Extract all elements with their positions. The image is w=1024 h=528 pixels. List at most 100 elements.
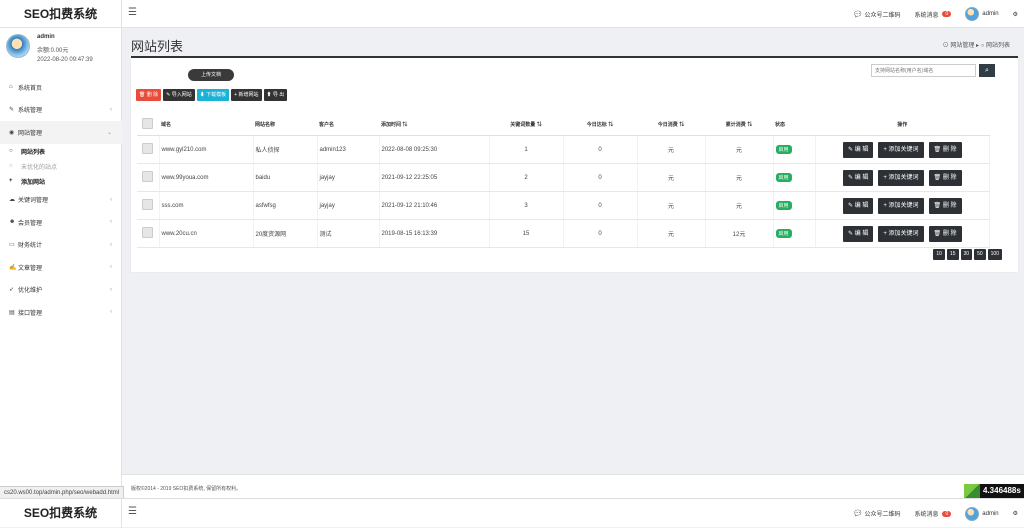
sidebar-item-sites[interactable]: ◉ 网站管理 ⌄ [0, 121, 122, 144]
status-badge[interactable]: 启用 [775, 201, 792, 210]
row-client[interactable]: 测试 [317, 219, 380, 248]
row-client[interactable]: admin123 [317, 135, 380, 164]
profile-name: admin [37, 34, 55, 40]
settings-gear-icon[interactable]: ⚙ [1013, 11, 1018, 18]
sidebar-subitem-unoptimized[interactable]: ○ 未优化的站点 [0, 159, 122, 174]
row-keywords[interactable]: 15 [489, 219, 564, 248]
app-logo-title[interactable]: SEO扣费系统 [0, 499, 122, 528]
row-today-hit: 0 [563, 163, 638, 192]
sidebar-item-optimization[interactable]: ➶ 优化维护 ‹ [0, 279, 122, 302]
row-delete-button[interactable]: 🗑 删 除 [928, 169, 962, 186]
row-domain[interactable]: www.20cu.cn [159, 219, 254, 248]
edit-button[interactable]: ✎ 编 辑 [842, 169, 874, 186]
row-client[interactable]: jayjay [317, 163, 380, 192]
row-keywords[interactable]: 1 [489, 135, 564, 164]
search-input[interactable] [871, 64, 976, 77]
row-keywords[interactable]: 2 [489, 163, 564, 192]
wechat-qrcode-link[interactable]: 💬 公众号二维码 [854, 509, 901, 518]
table-header-row: 域名 网站名称 客户名 添加时间 ⇅ 关键词数量 ⇅ 今日达标 ⇅ 今日消费 ⇅… [137, 113, 990, 136]
sidebar-item-articles[interactable]: ✍ 文章管理 ‹ [0, 256, 122, 279]
row-checkbox[interactable] [142, 199, 153, 210]
edit-label: 编 辑 [854, 174, 869, 181]
col-status: 状态 [773, 113, 815, 136]
add-site-button[interactable]: + 新增网站 [231, 89, 262, 101]
row-delete-button[interactable]: 🗑 删 除 [928, 197, 962, 214]
status-badge[interactable]: 启用 [775, 229, 792, 238]
menu-toggle-icon[interactable]: ☰ [128, 506, 137, 517]
page-size-10[interactable]: 10 [933, 249, 945, 260]
menu-toggle-icon[interactable]: ☰ [128, 7, 137, 18]
select-all-checkbox[interactable] [142, 117, 153, 129]
row-delete-button[interactable]: 🗑 删 除 [928, 141, 962, 158]
search-button[interactable]: ⌕ [979, 64, 995, 77]
sidebar-item-members[interactable]: ☻ 会员管理 ‹ [0, 211, 122, 234]
status-badge[interactable]: 启用 [775, 173, 792, 182]
sidebar-item-api[interactable]: ▤ 接口管理 ‹ [0, 301, 122, 324]
row-checkbox[interactable] [142, 143, 153, 154]
breadcrumb-home[interactable]: 网站管理 [950, 43, 974, 49]
row-delete-label: 删 除 [942, 146, 957, 153]
import-sites-button[interactable]: ✎ 导入网站 [163, 89, 195, 101]
row-today-cost: 元 [637, 135, 706, 164]
row-domain[interactable]: www.gyl210.com [159, 135, 254, 164]
row-select-cell [137, 191, 160, 220]
edit-button[interactable]: ✎ 编 辑 [842, 197, 874, 214]
app-logo-title[interactable]: SEO扣费系统 [0, 0, 122, 28]
page-size-30[interactable]: 30 [960, 249, 973, 260]
page-size-50[interactable]: 50 [974, 249, 986, 260]
row-checkbox[interactable] [142, 171, 153, 182]
sidebar-subitem-add-site[interactable]: + 添加网站 [0, 174, 122, 189]
debug-timer[interactable]: 4.346488s [980, 484, 1024, 498]
add-keyword-button[interactable]: + 添加关键词 [878, 169, 924, 186]
row-domain[interactable]: www.99youa.com [159, 163, 254, 192]
col-keywords[interactable]: 关键词数量 ⇅ [489, 113, 563, 136]
row-delete-button[interactable]: 🗑 删 除 [928, 225, 962, 242]
page-size-15[interactable]: 15 [946, 249, 959, 260]
search-icon: ⌕ [985, 67, 989, 74]
sidebar-item-finance[interactable]: ▭ 财务统计 ‹ [0, 234, 122, 257]
sidebar-item-home[interactable]: ⌂ 系统首页 [0, 76, 122, 99]
upload-document-button[interactable]: 上传文档 [188, 69, 234, 81]
chevron-left-icon: ‹ [110, 106, 112, 113]
export-button[interactable]: ⬆ 导 出 [263, 89, 288, 101]
col-add-time-label: 添加时间 [381, 121, 402, 128]
user-menu[interactable]: admin [965, 7, 999, 21]
row-client[interactable]: jayjay [317, 191, 380, 220]
col-total-cost[interactable]: 累计消费 ⇅ [705, 113, 773, 136]
sidebar-subitem-label: 网站列表 [21, 149, 46, 156]
settings-gear-icon[interactable]: ⚙ [1013, 510, 1018, 517]
site-list-panel: 上传文档 🗑 删 除 ✎ 导入网站 ⬇ 下载模板 + 新增网站 ⬆ 导 出 ⌕ [131, 58, 1018, 272]
row-domain[interactable]: sss.com [159, 191, 254, 220]
add-keyword-button[interactable]: + 添加关键词 [878, 197, 924, 214]
sidebar-item-system[interactable]: ✎ 系统管理 ‹ [0, 99, 122, 122]
row-keywords[interactable]: 3 [489, 191, 564, 220]
col-actions: 操作 [815, 113, 990, 136]
edit-button[interactable]: ✎ 编 辑 [842, 225, 874, 242]
row-select-cell [137, 163, 160, 192]
system-messages-link[interactable]: 系统消息 0 [914, 10, 952, 19]
col-today-hit[interactable]: 今日达标 ⇅ [563, 113, 637, 136]
chevron-left-icon: ‹ [110, 286, 112, 293]
row-checkbox[interactable] [142, 227, 153, 238]
col-add-time[interactable]: 添加时间 ⇅ [379, 113, 489, 136]
row-total-cost: 元 [705, 135, 774, 164]
add-keyword-button[interactable]: + 添加关键词 [878, 141, 924, 158]
page-size-100[interactable]: 100 [987, 249, 1002, 260]
sidebar-subitem-site-list[interactable]: ○ 网站列表 [0, 144, 122, 159]
status-badge[interactable]: 启用 [775, 145, 792, 154]
delete-button[interactable]: 🗑 删 除 [136, 89, 162, 101]
system-messages-link[interactable]: 系统消息 0 [914, 509, 952, 518]
sidebar: admin 余额:0.00元 2022-08-20 09:47:39 ⌂ 系统首… [0, 28, 122, 498]
add-keyword-button[interactable]: + 添加关键词 [878, 225, 924, 242]
user-name: admin [982, 11, 999, 17]
debug-logo-icon[interactable] [964, 484, 980, 498]
user-menu[interactable]: admin [965, 506, 999, 521]
download-template-button[interactable]: ⬇ 下载模板 [196, 89, 230, 101]
col-today-cost[interactable]: 今日消费 ⇅ [637, 113, 705, 136]
sidebar-item-keywords[interactable]: ☁ 关键词管理 ‹ [0, 189, 122, 212]
wechat-qrcode-link[interactable]: 💬 公众号二维码 [854, 10, 901, 19]
plus-icon: + [883, 230, 887, 237]
row-status-cell: 启用 [773, 163, 816, 192]
edit-button[interactable]: ✎ 编 辑 [842, 141, 874, 158]
download-label: 下载模板 [206, 92, 227, 98]
